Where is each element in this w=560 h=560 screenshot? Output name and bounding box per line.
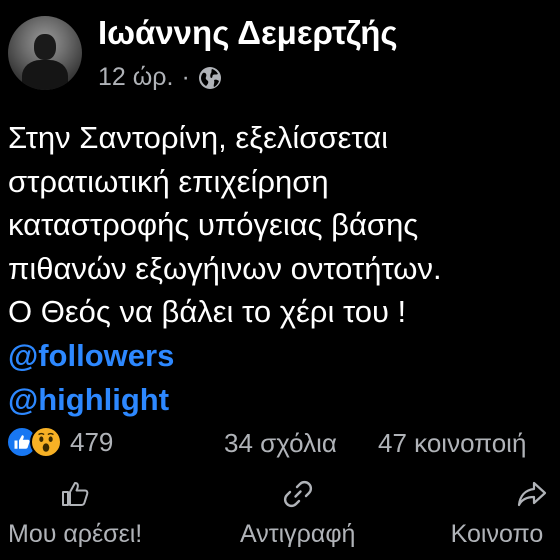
reactions-count: 479 [70,426,114,457]
post-text-line: Στην Σαντορίνη, εξελίσσεται [8,120,389,155]
post-meta: 12 ώρ. · [98,63,222,92]
comments-count-link[interactable]: 34 σχόλια [224,428,337,459]
shares-count-link[interactable]: 47 κοινοποιή [378,428,526,459]
meta-separator: · [181,63,190,91]
wow-reaction-icon [30,426,62,458]
share-arrow-icon [517,481,547,507]
tag-followers-link[interactable]: @followers [8,338,174,374]
avatar-face [34,34,56,60]
share-button[interactable]: Κοινοπο [446,478,548,549]
thumbs-up-icon [62,482,89,506]
post-actions-bar: Μου αρέσει! Αντιγραφή Κοινοπο [0,478,560,560]
copy-button[interactable]: Αντιγραφή [240,478,355,549]
post-text-line: Ο Θεός να βάλει το χέρι του ! [8,294,407,329]
post-time[interactable]: 12 ώρ. [98,63,173,92]
avatar-body [22,60,68,90]
link-icon [283,480,312,508]
avatar[interactable] [8,16,82,90]
tag-highlight-link[interactable]: @highlight [8,382,169,418]
post-text: Στην Σαντορίνη, εξελίσσεται στρατιωτική … [8,116,560,334]
share-button-label: Κοινοπο [450,520,544,548]
post-stats: 479 34 σχόλια 47 κοινοποιή [0,424,560,464]
post-header: Ιωάννης Δεμερτζής 12 ώρ. · [0,0,560,105]
post-text-line: καταστροφής υπόγειας βάσης [8,207,419,242]
like-button[interactable]: Μου αρέσει! [8,478,142,549]
copy-button-label: Αντιγραφή [240,520,356,548]
globe-icon [198,66,222,90]
reactions-summary[interactable]: 479 [6,426,113,458]
post-text-line: πιθανών εξωγήινων οντοτήτων. [8,250,442,286]
author-name[interactable]: Ιωάννης Δεμερτζής [98,14,398,52]
post-text-line: στρατιωτική επιχείρηση [8,163,329,199]
like-button-label: Μου αρέσει! [8,520,143,548]
